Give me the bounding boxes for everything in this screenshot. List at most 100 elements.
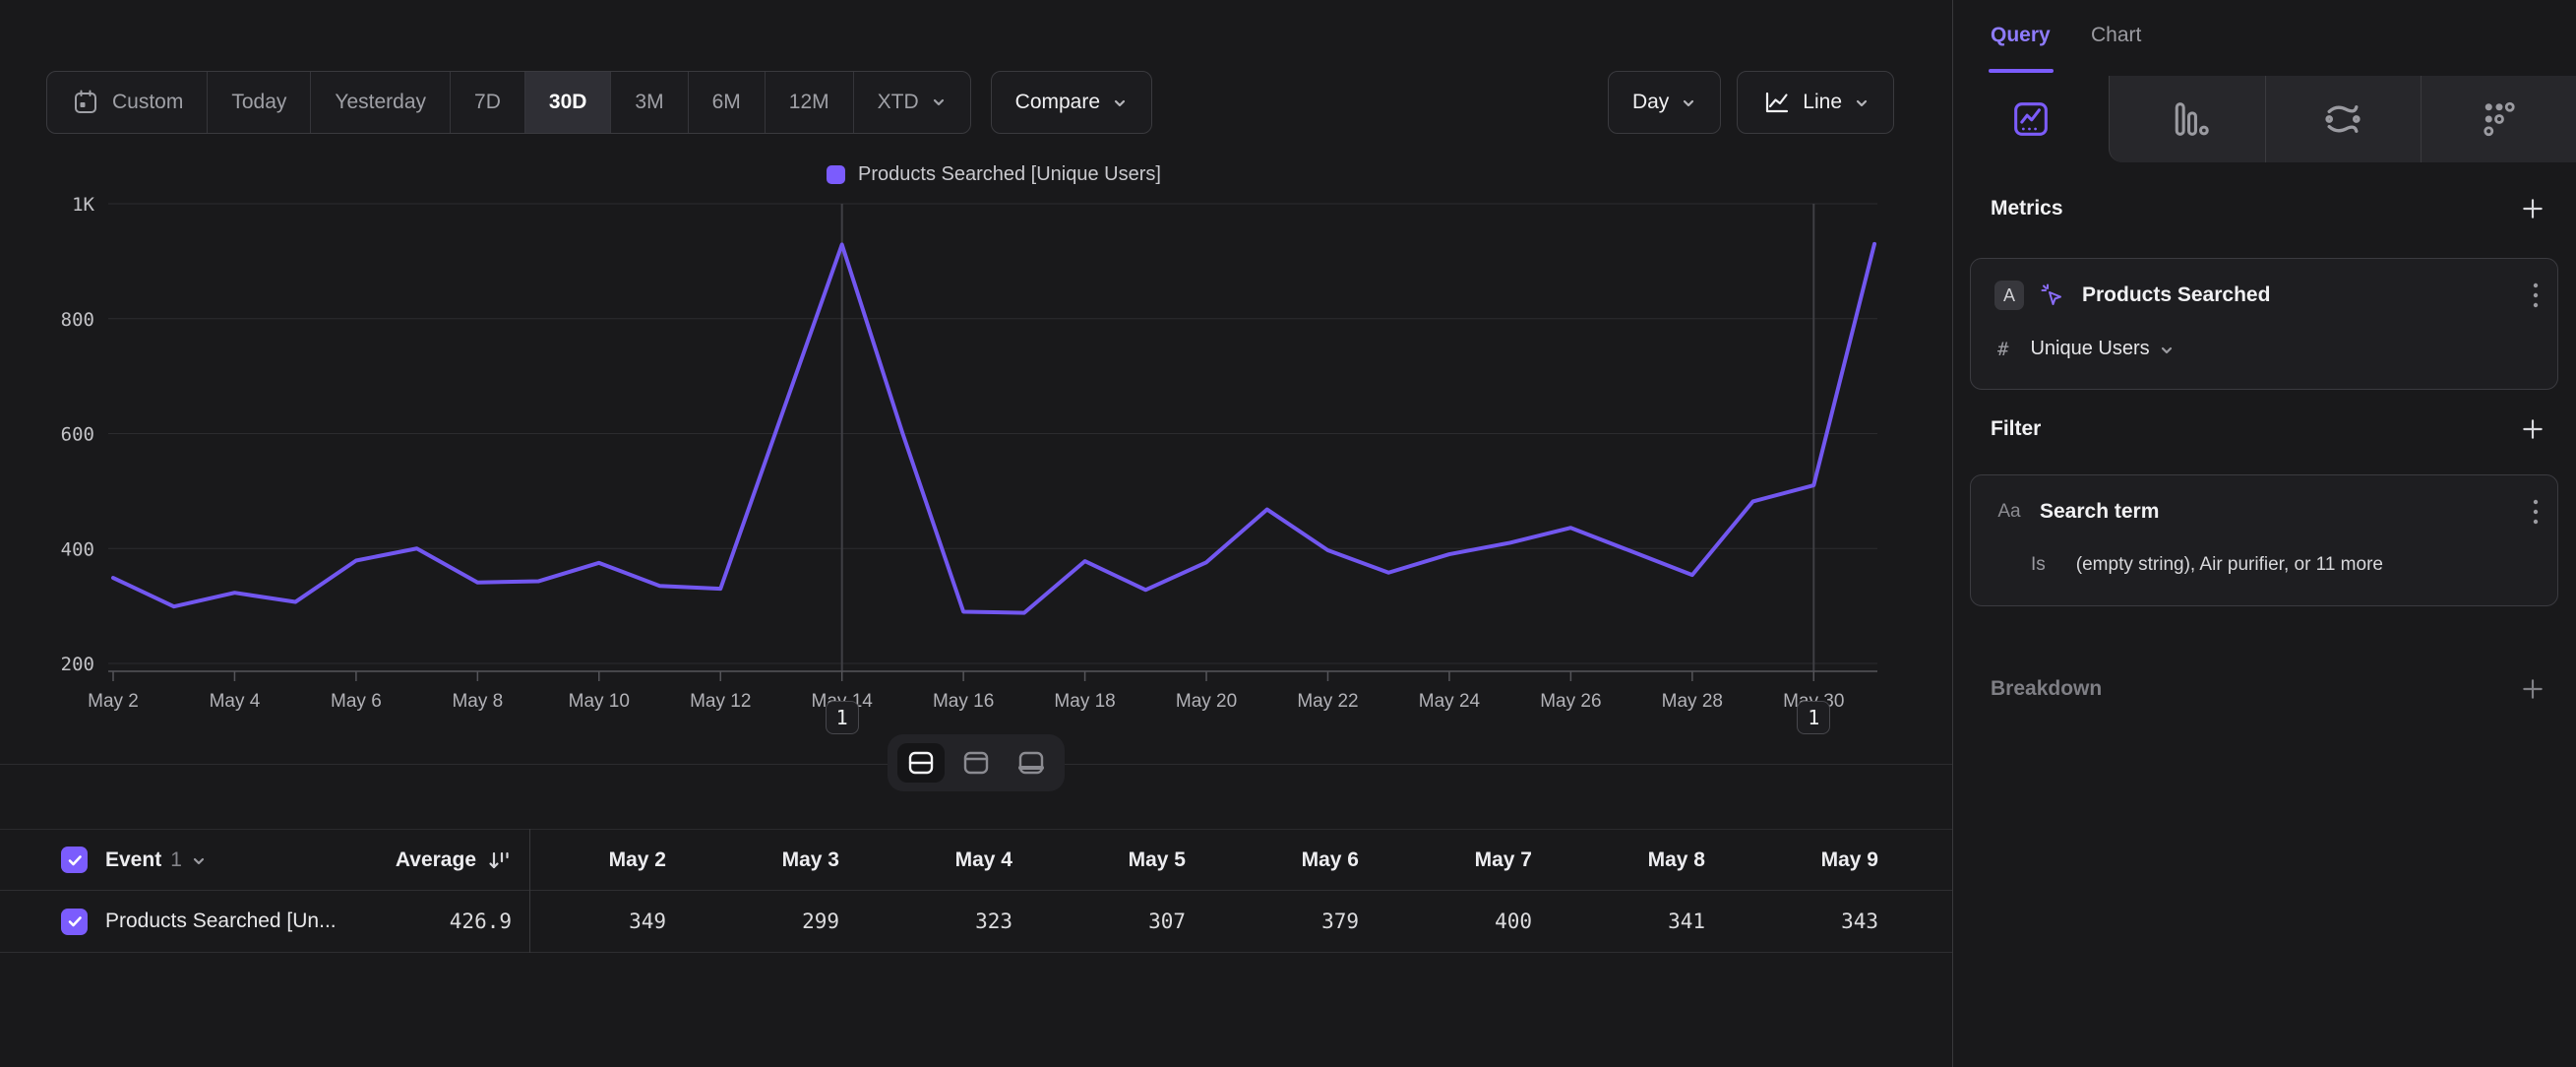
layout-chart-button[interactable] xyxy=(952,743,1000,783)
svg-text:May 28: May 28 xyxy=(1662,691,1723,712)
date-column-header[interactable]: May 5 xyxy=(1012,848,1186,872)
date-column-header[interactable]: May 7 xyxy=(1359,848,1532,872)
plus-icon xyxy=(2520,416,2545,442)
svg-text:600: 600 xyxy=(61,424,94,446)
string-property-icon: Aa xyxy=(1994,501,2024,523)
chart-type-button[interactable]: Line xyxy=(1737,71,1894,134)
date-column-header[interactable]: May 2 xyxy=(529,848,666,872)
date-range-custom[interactable]: Custom xyxy=(47,72,207,133)
filter-operator[interactable]: Is xyxy=(2031,554,2046,576)
svg-text:May 16: May 16 xyxy=(933,691,994,712)
svg-text:May 10: May 10 xyxy=(569,691,630,712)
cell-value: 349 xyxy=(529,910,666,933)
filter-card[interactable]: Aa Search term Is (empty string), Air pu… xyxy=(1970,474,2558,606)
insights-icon xyxy=(2008,96,2054,142)
layout-split-button[interactable] xyxy=(897,743,945,783)
date-range-label: XTD xyxy=(878,91,919,114)
granularity-label: Day xyxy=(1632,91,1669,114)
date-range-selector: CustomToday Yesterday 7D 30D 3M6M 12M XTD xyxy=(46,71,971,134)
tab-flows[interactable] xyxy=(2265,76,2422,162)
chevron-down-icon xyxy=(1681,95,1696,111)
cell-value: 379 xyxy=(1186,910,1359,933)
tab-funnels[interactable] xyxy=(2109,76,2265,162)
svg-text:May 4: May 4 xyxy=(210,691,261,712)
date-range-label: Yesterday xyxy=(335,91,426,114)
tab-insights[interactable] xyxy=(1953,76,2109,162)
svg-text:200: 200 xyxy=(61,654,94,675)
plus-icon xyxy=(2520,196,2545,221)
metric-name[interactable]: Products Searched xyxy=(2082,283,2270,307)
date-range-3m[interactable]: 3M xyxy=(610,72,687,133)
average-header-label[interactable]: Average xyxy=(396,848,476,872)
svg-text:1K: 1K xyxy=(72,194,94,216)
date-range-label: 12M xyxy=(789,91,829,114)
kebab-menu-icon[interactable] xyxy=(2532,497,2540,527)
date-range-7d[interactable]: 7D xyxy=(450,72,524,133)
date-range-today[interactable]: Today xyxy=(207,72,310,133)
line-chart[interactable]: 1K800600400200May 2May 4May 6May 8May 10… xyxy=(0,138,1952,768)
annotation-badge[interactable]: 1 xyxy=(1797,701,1830,734)
date-range-12m[interactable]: 12M xyxy=(765,72,853,133)
metric-card[interactable]: A Products Searched # Unique Users xyxy=(1970,258,2558,390)
date-column-header[interactable]: May 4 xyxy=(839,848,1012,872)
tab-retention[interactable] xyxy=(2421,76,2576,162)
chevron-down-icon xyxy=(2159,343,2175,358)
tab-chart[interactable]: Chart xyxy=(2091,24,2141,47)
sort-descending-icon[interactable] xyxy=(486,848,512,872)
layout-table-button[interactable] xyxy=(1008,743,1055,783)
compare-label: Compare xyxy=(1015,91,1100,114)
compare-button[interactable]: Compare xyxy=(991,71,1152,134)
annotation-badge[interactable]: 1 xyxy=(826,701,859,734)
kebab-menu-icon[interactable] xyxy=(2532,281,2540,310)
svg-text:May 24: May 24 xyxy=(1419,691,1481,712)
row-average-value: 426.9 xyxy=(450,910,512,933)
table-only-icon xyxy=(1017,751,1045,775)
retention-icon xyxy=(2477,96,2522,142)
metrics-heading: Metrics xyxy=(1991,197,2063,220)
tab-query[interactable]: Query xyxy=(1991,24,2051,47)
filter-value[interactable]: (empty string), Air purifier, or 11 more xyxy=(2076,554,2383,576)
date-range-30d[interactable]: 30D xyxy=(524,72,611,133)
add-breakdown-button[interactable] xyxy=(2517,673,2548,705)
line-chart-icon xyxy=(1761,88,1791,117)
chart-type-label: Line xyxy=(1803,91,1842,114)
svg-text:May 6: May 6 xyxy=(331,691,382,712)
svg-text:May 20: May 20 xyxy=(1176,691,1237,712)
event-header-label[interactable]: Event xyxy=(105,848,161,872)
date-range-label: 30D xyxy=(549,91,587,114)
aggregation-selector[interactable]: Unique Users xyxy=(2030,338,2149,360)
svg-text:May 2: May 2 xyxy=(88,691,139,712)
results-table: Event 1 Average May 2May 3May 4May 5May … xyxy=(0,829,1952,953)
active-tab-underline xyxy=(1989,69,2054,73)
chevron-down-icon[interactable] xyxy=(191,853,207,869)
svg-text:May 18: May 18 xyxy=(1054,691,1115,712)
date-range-6m[interactable]: 6M xyxy=(688,72,765,133)
plus-icon xyxy=(2520,676,2545,702)
date-column-header[interactable]: May 9 xyxy=(1705,848,1878,872)
svg-text:May 22: May 22 xyxy=(1297,691,1358,712)
filter-property-name[interactable]: Search term xyxy=(2040,500,2159,524)
chevron-down-icon xyxy=(1112,95,1128,111)
granularity-button[interactable]: Day xyxy=(1608,71,1721,134)
calendar-icon xyxy=(71,88,100,117)
date-column-header[interactable]: May 6 xyxy=(1186,848,1359,872)
row-series-name: Products Searched [Un... xyxy=(105,910,337,933)
chart-only-icon xyxy=(962,751,990,775)
event-action-icon xyxy=(2039,282,2066,309)
date-column-header[interactable]: May 3 xyxy=(666,848,839,872)
event-count: 1 xyxy=(170,848,182,872)
add-metric-button[interactable] xyxy=(2517,193,2548,224)
row-checkbox[interactable] xyxy=(61,909,88,935)
layout-toggle xyxy=(888,734,1065,791)
select-all-checkbox[interactable] xyxy=(61,847,88,873)
cell-value: 341 xyxy=(1532,910,1705,933)
add-filter-button[interactable] xyxy=(2517,413,2548,445)
date-range-yesterday[interactable]: Yesterday xyxy=(310,72,450,133)
table-row[interactable]: Products Searched [Un... 426.9 349299323… xyxy=(0,890,1952,953)
date-range-xtd[interactable]: XTD xyxy=(853,72,970,133)
table-header-row: Event 1 Average May 2May 3May 4May 5May … xyxy=(0,829,1952,890)
chevron-down-icon xyxy=(931,94,947,110)
toolbar: CustomToday Yesterday 7D 30D 3M6M 12M XTD Comp… xyxy=(46,71,1894,134)
cell-value: 343 xyxy=(1705,910,1878,933)
date-column-header[interactable]: May 8 xyxy=(1532,848,1705,872)
